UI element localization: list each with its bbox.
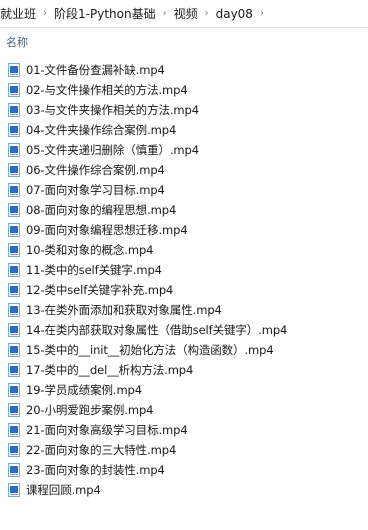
video-file-icon: [8, 303, 20, 317]
file-name-label: 15-类中的__init__初始化方法（构造函数）.mp4: [26, 343, 274, 357]
breadcrumb-item-day08[interactable]: day08: [213, 5, 256, 23]
file-name-label: 08-面向对象的编程思想.mp4: [26, 203, 177, 217]
file-list-item[interactable]: 课程回顾.mp4: [0, 480, 368, 500]
video-file-icon: [8, 263, 20, 277]
file-list-item[interactable]: 05-文件夹递归删除（慎重）.mp4: [0, 140, 368, 160]
video-file-icon: [8, 83, 20, 97]
file-name-label: 21-面向对象高级学习目标.mp4: [26, 423, 188, 437]
video-file-icon: [8, 403, 20, 417]
column-header-name[interactable]: 名称: [6, 34, 28, 50]
breadcrumb-separator-icon[interactable]: ›: [256, 8, 268, 19]
file-name-label: 12-类中self关键字补充.mp4: [26, 283, 174, 297]
file-name-label: 07-面向对象学习目标.mp4: [26, 183, 165, 197]
file-list-item[interactable]: 10-类和对象的概念.mp4: [0, 240, 368, 260]
video-file-icon: [8, 183, 20, 197]
file-name-label: 14-在类内部获取对象属性（借助self关键字）.mp4: [26, 323, 288, 337]
video-file-icon: [8, 103, 20, 117]
video-file-icon: [8, 243, 20, 257]
file-list-item[interactable]: 07-面向对象学习目标.mp4: [0, 180, 368, 200]
file-list: 01-文件备份查漏补缺.mp4 02-与文件操作相关的方法.mp4 03-与文件夹操…: [0, 60, 368, 500]
file-name-label: 02-与文件操作相关的方法.mp4: [26, 83, 188, 97]
file-list-item[interactable]: 06-文件操作综合案例.mp4: [0, 160, 368, 180]
file-name-label: 04-文件夹操作综合案例.mp4: [26, 123, 177, 137]
video-file-icon: [8, 63, 20, 77]
file-list-item[interactable]: 11-类中的self关键字.mp4: [0, 260, 368, 280]
file-list-item[interactable]: 14-在类内部获取对象属性（借助self关键字）.mp4: [0, 320, 368, 340]
file-list-item[interactable]: 15-类中的__init__初始化方法（构造函数）.mp4: [0, 340, 368, 360]
file-list-item[interactable]: 20-小明爱跑步案例.mp4: [0, 400, 368, 420]
breadcrumb-separator-icon[interactable]: ›: [39, 8, 51, 19]
video-file-icon: [8, 423, 20, 437]
file-name-label: 09-面向对象编程思想迁移.mp4: [26, 223, 188, 237]
video-file-icon: [8, 383, 20, 397]
file-list-item[interactable]: 23-面向对象的封装性.mp4: [0, 460, 368, 480]
column-header-row: 名称: [0, 28, 368, 56]
file-name-label: 13-在类外面添加和获取对象属性.mp4: [26, 303, 222, 317]
video-file-icon: [8, 463, 20, 477]
video-file-icon: [8, 143, 20, 157]
file-name-label: 19-学员成绩案例.mp4: [26, 383, 142, 397]
file-list-item[interactable]: 12-类中self关键字补充.mp4: [0, 280, 368, 300]
file-name-label: 22-面向对象的三大特性.mp4: [26, 443, 177, 457]
video-file-icon: [8, 283, 20, 297]
video-file-icon: [8, 323, 20, 337]
file-list-item[interactable]: 22-面向对象的三大特性.mp4: [0, 440, 368, 460]
video-file-icon: [8, 483, 20, 497]
file-list-item[interactable]: 02-与文件操作相关的方法.mp4: [0, 80, 368, 100]
file-name-label: 05-文件夹递归删除（慎重）.mp4: [26, 143, 199, 157]
file-list-item[interactable]: 17-类中的__del__析构方法.mp4: [0, 360, 368, 380]
breadcrumb: 就业班 › 阶段1-Python基础 › 视频 › day08 ›: [0, 0, 368, 28]
video-file-icon: [8, 443, 20, 457]
file-name-label: 课程回顾.mp4: [26, 483, 101, 497]
file-name-label: 17-类中的__del__析构方法.mp4: [26, 363, 194, 377]
file-name-label: 20-小明爱跑步案例.mp4: [26, 403, 154, 417]
file-name-label: 10-类和对象的概念.mp4: [26, 243, 154, 257]
file-list-item[interactable]: 13-在类外面添加和获取对象属性.mp4: [0, 300, 368, 320]
video-file-icon: [8, 343, 20, 357]
file-name-label: 11-类中的self关键字.mp4: [26, 263, 162, 277]
breadcrumb-item-stage1[interactable]: 阶段1-Python基础: [51, 3, 159, 24]
file-list-item[interactable]: 03-与文件夹操作相关的方法.mp4: [0, 100, 368, 120]
file-list-item[interactable]: 08-面向对象的编程思想.mp4: [0, 200, 368, 220]
video-file-icon: [8, 363, 20, 377]
video-file-icon: [8, 223, 20, 237]
file-name-label: 23-面向对象的封装性.mp4: [26, 463, 165, 477]
file-name-label: 06-文件操作综合案例.mp4: [26, 163, 165, 177]
video-file-icon: [8, 163, 20, 177]
file-list-item[interactable]: 04-文件夹操作综合案例.mp4: [0, 120, 368, 140]
video-file-icon: [8, 123, 20, 137]
video-file-icon: [8, 203, 20, 217]
file-list-item[interactable]: 01-文件备份查漏补缺.mp4: [0, 60, 368, 80]
breadcrumb-item-videos[interactable]: 视频: [171, 3, 201, 24]
breadcrumb-item-jiuyeban[interactable]: 就业班: [0, 3, 39, 24]
file-name-label: 03-与文件夹操作相关的方法.mp4: [26, 103, 199, 117]
breadcrumb-separator-icon[interactable]: ›: [201, 8, 213, 19]
file-name-label: 01-文件备份查漏补缺.mp4: [26, 63, 165, 77]
file-list-item[interactable]: 19-学员成绩案例.mp4: [0, 380, 368, 400]
file-list-item[interactable]: 09-面向对象编程思想迁移.mp4: [0, 220, 368, 240]
file-list-item[interactable]: 21-面向对象高级学习目标.mp4: [0, 420, 368, 440]
breadcrumb-separator-icon[interactable]: ›: [159, 8, 171, 19]
